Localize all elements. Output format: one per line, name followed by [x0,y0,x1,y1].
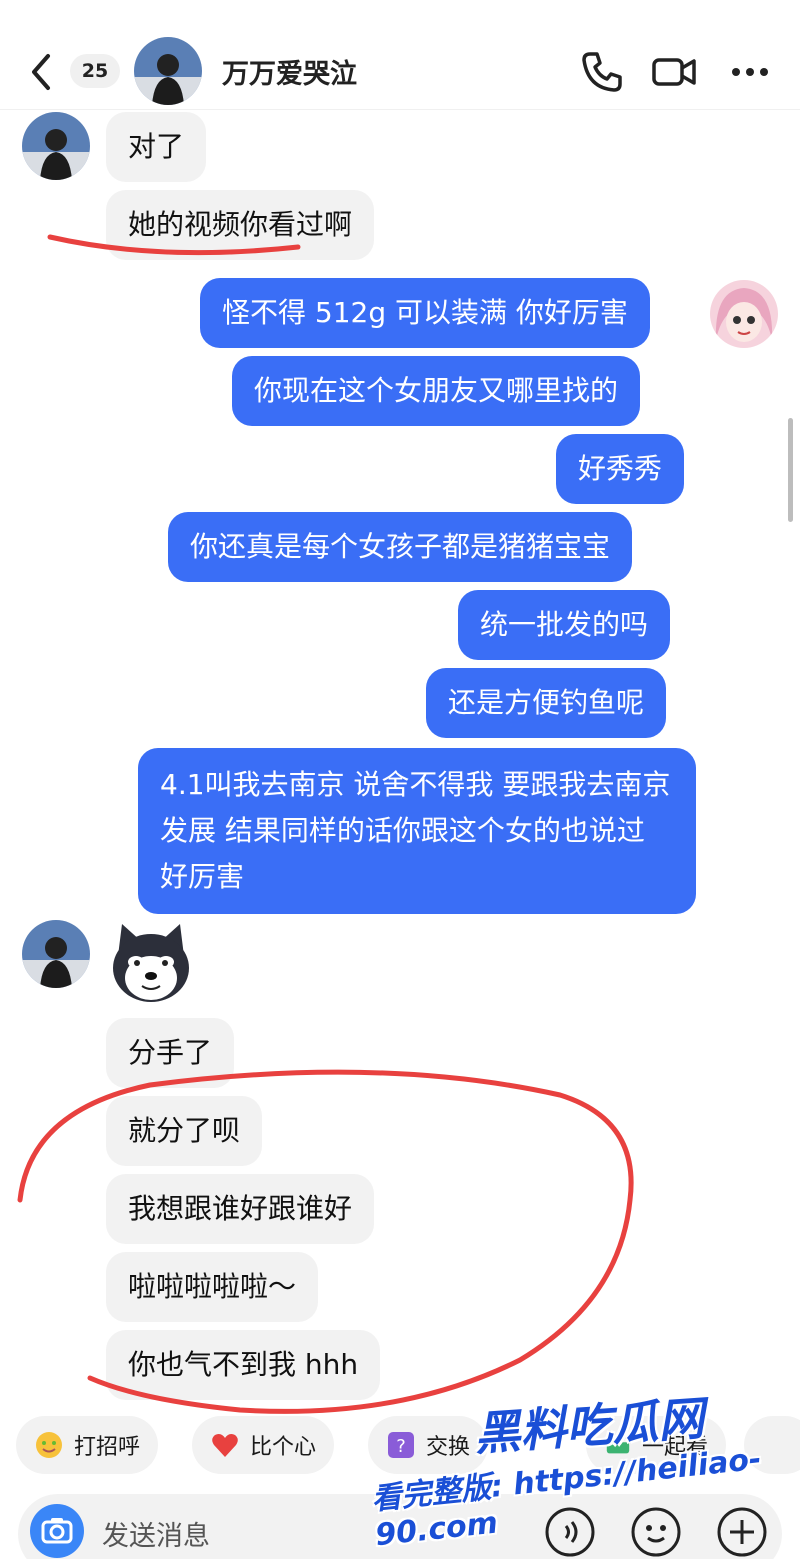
quick-reply-label: 交换 [426,1435,471,1460]
message-input-placeholder[interactable]: 发送消息 [102,1514,210,1553]
heart-icon [212,1434,238,1457]
camera-icon[interactable] [30,1504,84,1558]
quick-reply-greet[interactable]: 打招呼 [16,1416,159,1474]
quick-reply-label: 比个心 [250,1435,317,1460]
quick-reply-label: 打招呼 [74,1435,141,1460]
question-box-icon: ? [388,1432,414,1458]
red-annotation-marks [17,234,634,1414]
svg-text:?: ? [396,1436,406,1457]
quick-reply-heart[interactable]: 比个心 [192,1416,335,1474]
smile-emoji-icon [36,1432,62,1458]
